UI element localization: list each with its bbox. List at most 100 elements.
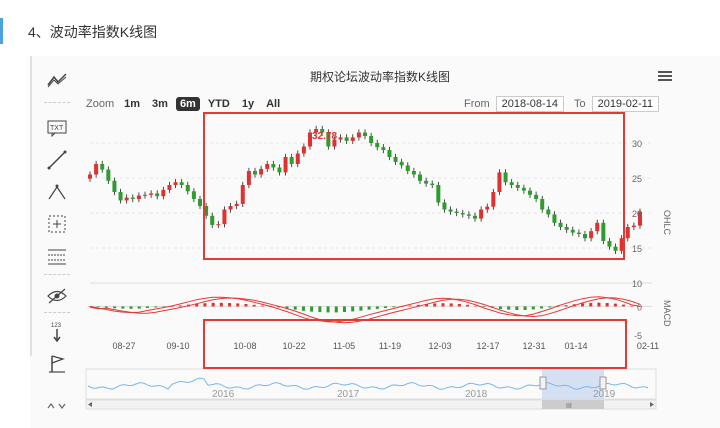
macd-histogram-bar: [630, 305, 634, 307]
candle-body: [418, 174, 422, 181]
macd-histogram-bar: [548, 306, 552, 308]
candle-body: [448, 209, 453, 212]
candle-body: [540, 199, 545, 210]
candle-body: [283, 157, 288, 173]
macd-histogram-bar: [104, 306, 108, 308]
navigator[interactable]: 2016 2017 2018 2019: [85, 368, 657, 400]
macd-tick-label: -5: [634, 331, 642, 341]
y-tick-label: 25: [632, 174, 642, 184]
y-tick-label: 20: [632, 209, 642, 219]
x-tick-label: 02-11: [637, 341, 659, 351]
candle-body: [381, 147, 386, 150]
macd-histogram-bar: [408, 305, 412, 307]
macd-histogram-bar: [145, 306, 149, 309]
candle-body: [466, 214, 471, 216]
candle-body: [497, 172, 502, 192]
macd-histogram-bar: [605, 303, 609, 307]
highlight-box-price: [203, 112, 625, 260]
candle-body: [295, 153, 300, 164]
macd-histogram-bar: [121, 306, 125, 309]
macd-histogram-bar: [597, 302, 601, 307]
macd-histogram-bar: [515, 306, 519, 311]
candle-body: [155, 193, 160, 197]
macd-histogram-bar: [178, 305, 182, 307]
macd-histogram-bar: [498, 306, 502, 310]
x-tick-label: 12-03: [428, 341, 451, 351]
candle-body: [289, 157, 294, 164]
candle-body: [191, 191, 196, 199]
candle-body: [277, 167, 282, 173]
candle-body: [259, 168, 264, 175]
candle-body: [424, 180, 429, 184]
candle-body: [100, 164, 105, 170]
candle-body: [393, 157, 398, 162]
candle-body: [491, 192, 496, 207]
candle-body: [430, 183, 435, 185]
candle-body: [552, 214, 557, 223]
x-tick-label: 08-27: [112, 341, 135, 351]
macd-histogram-bar: [293, 306, 297, 310]
macd-histogram-bar: [375, 306, 379, 309]
macd-histogram-bar: [433, 303, 437, 307]
candle-body: [405, 165, 410, 171]
candlestick-chart: 0-5 10 15 20 25 30 08-27 09-10 10-08 10-22 11-05 1…: [85, 112, 672, 410]
candle-body: [411, 171, 416, 175]
x-tick-label: 10-08: [233, 341, 256, 351]
macd-histogram-bar: [392, 306, 396, 308]
macd-histogram-bar: [113, 306, 117, 309]
candle-body: [216, 224, 221, 226]
macd-histogram-bar: [539, 306, 543, 309]
macd-histogram-bar: [236, 303, 240, 307]
y-tick-label: 10: [632, 279, 642, 289]
candle-body: [265, 164, 270, 169]
scrollbar-thumb[interactable]: [542, 400, 604, 409]
candle-body: [479, 209, 484, 219]
candle-body: [363, 132, 367, 136]
y-tick-label: 15: [632, 244, 642, 254]
candle-body: [631, 225, 636, 227]
macd-histogram-bar: [564, 305, 568, 307]
candle-body: [369, 136, 374, 143]
navigator-year-label: 2017: [337, 389, 360, 400]
candle-body: [356, 132, 361, 138]
candle-body: [601, 222, 606, 241]
navigator-handle-left[interactable]: [539, 376, 547, 390]
candle-body: [185, 185, 190, 192]
candle-body: [112, 180, 117, 192]
max-value-label: 32.78: [312, 131, 337, 142]
macd-histogram-bar: [457, 304, 461, 307]
candle-body: [460, 213, 465, 215]
scrollbar[interactable]: III: [85, 399, 657, 410]
candle-body: [88, 174, 92, 179]
candle-body: [222, 209, 227, 225]
macd-axis-title: MACD: [662, 300, 672, 327]
macd-histogram-bar: [441, 303, 445, 307]
candle-body: [485, 206, 490, 210]
candle-body: [528, 190, 532, 195]
candle-body: [375, 143, 380, 148]
macd-histogram-bar: [301, 306, 305, 311]
macd-panel: 0-5: [88, 296, 652, 341]
candle-body: [338, 137, 343, 140]
navigator-handle-right[interactable]: [599, 376, 607, 390]
macd-signal-line: [89, 297, 641, 324]
candle-body: [149, 193, 154, 195]
candle-body: [625, 227, 630, 239]
macd-histogram-bar: [228, 303, 232, 307]
candle-body: [442, 202, 447, 210]
candle-body: [240, 185, 245, 204]
candle-body: [167, 185, 172, 190]
macd-histogram-bar: [129, 306, 133, 309]
navigator-year-label: 2016: [212, 389, 235, 400]
macd-histogram-bar: [203, 303, 207, 307]
macd-histogram-bar: [244, 304, 248, 307]
macd-histogram-bar: [334, 306, 338, 313]
candle-body: [350, 137, 355, 141]
macd-histogram-bar: [211, 302, 215, 307]
candle-body: [94, 164, 99, 175]
candle-body: [564, 227, 569, 230]
x-tick-label: 10-22: [282, 341, 305, 351]
macd-histogram-bar: [581, 303, 585, 307]
candle-body: [136, 195, 141, 199]
candle-body: [271, 164, 276, 168]
